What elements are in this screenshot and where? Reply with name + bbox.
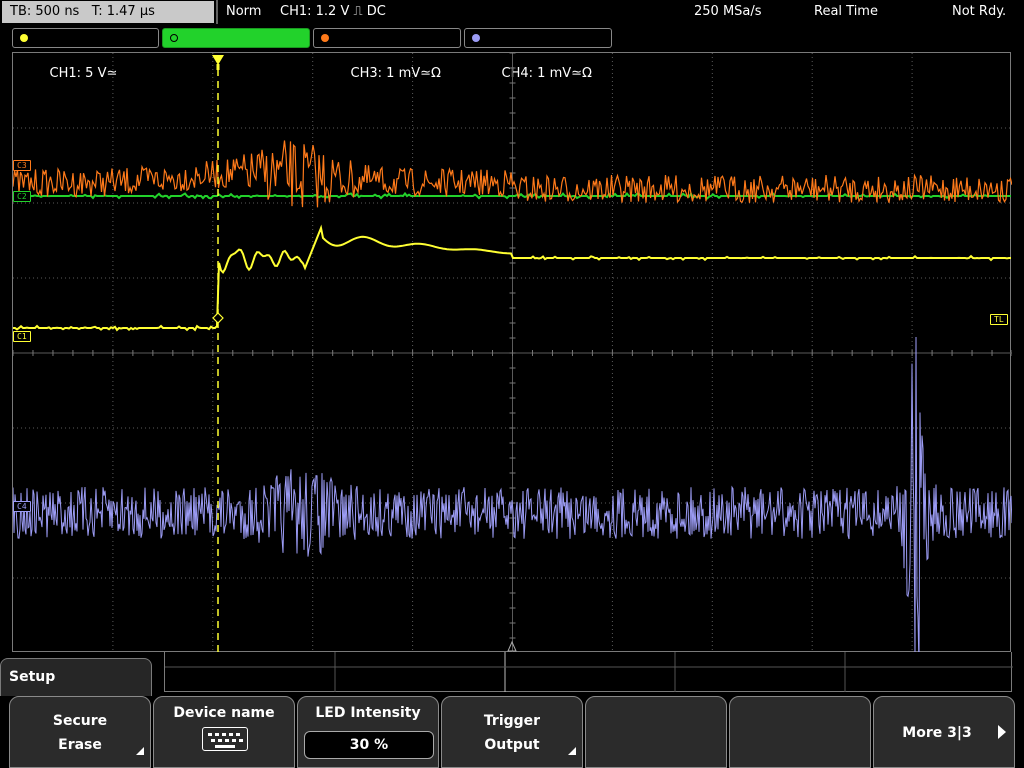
status-bar: TB: 500 ns T: 1.47 µs Norm CH1: 1.2 V ⎍ …: [0, 0, 1024, 24]
submenu-corner-icon: [568, 747, 576, 755]
ch1-offset-marker[interactable]: C1: [13, 331, 31, 342]
tab-ch4[interactable]: CH4: 1 mV≃Ω: [464, 28, 612, 81]
empty-softkey-6[interactable]: [729, 696, 871, 768]
secure-erase-line1: Secure: [52, 713, 108, 729]
more-button[interactable]: More 3|3: [873, 696, 1015, 768]
status-separator: [216, 0, 218, 24]
trigger-output-line1: Trigger: [483, 713, 541, 729]
led-intensity-value[interactable]: 30 %: [304, 731, 434, 759]
zoom-strip-grid: [165, 652, 1013, 692]
softkey-bar: Secure Erase Device name LED Intensity 3…: [0, 696, 1024, 768]
ch2-dot-icon: [170, 34, 178, 42]
led-intensity-button[interactable]: LED Intensity 30 %: [297, 696, 439, 768]
trigger-point-diamond: [212, 312, 224, 324]
tab-ch1[interactable]: CH1: 5 V≃: [12, 28, 159, 81]
ch1-dot-icon: [20, 34, 28, 42]
trigger-output-line2: Output: [484, 737, 540, 753]
sample-rate: 250 MSa/s: [694, 4, 762, 19]
graticule: [13, 53, 1012, 653]
trigger-output-button[interactable]: Trigger Output: [441, 696, 583, 768]
trigger-position-stem: [216, 64, 220, 70]
submenu-corner-icon: [136, 747, 144, 755]
timebase-readout[interactable]: TB: 500 ns T: 1.47 µs: [2, 1, 214, 23]
trigger-mode[interactable]: Norm: [226, 3, 261, 21]
led-intensity-label: LED Intensity: [315, 705, 421, 721]
secure-erase-button[interactable]: Secure Erase: [9, 696, 151, 768]
ch2-offset-marker[interactable]: C2: [13, 191, 31, 202]
menu-title: Setup: [9, 669, 56, 685]
device-name-label: Device name: [173, 705, 275, 721]
trigger-setting[interactable]: CH1: 1.2 V ⎍ DC: [280, 3, 386, 21]
channel-tabs: CH1: 5 V≃ CH2: 20 mV≃Ω CH3: 1 mV≃Ω CH4: …: [0, 26, 1024, 81]
acquisition-mode: Real Time: [814, 4, 878, 19]
tab-ch3[interactable]: CH3: 1 mV≃Ω: [313, 28, 461, 81]
secure-erase-line2: Erase: [58, 737, 102, 753]
ch3-offset-marker[interactable]: C3: [13, 160, 31, 171]
ch4-offset-marker[interactable]: C4: [13, 501, 31, 512]
trigger-position-marker[interactable]: [212, 55, 224, 65]
trigger-level-marker[interactable]: TL: [990, 314, 1008, 325]
device-name-button[interactable]: Device name: [153, 696, 295, 768]
zoom-strip: [164, 652, 1013, 692]
acquisition-state: Not Rdy.: [952, 4, 1007, 19]
tab-ch2[interactable]: CH2: 20 mV≃Ω: [162, 28, 310, 81]
empty-softkey-5[interactable]: [585, 696, 727, 768]
waveform-display: [13, 53, 1012, 653]
arrow-right-icon: [998, 725, 1006, 739]
ch3-dot-icon: [321, 34, 329, 42]
waveform-grid[interactable]: C3 C2 C1 C4 TL: [12, 52, 1012, 653]
more-label: More 3|3: [902, 725, 972, 741]
keyboard-icon: [202, 727, 248, 751]
ch4-dot-icon: [472, 34, 480, 42]
